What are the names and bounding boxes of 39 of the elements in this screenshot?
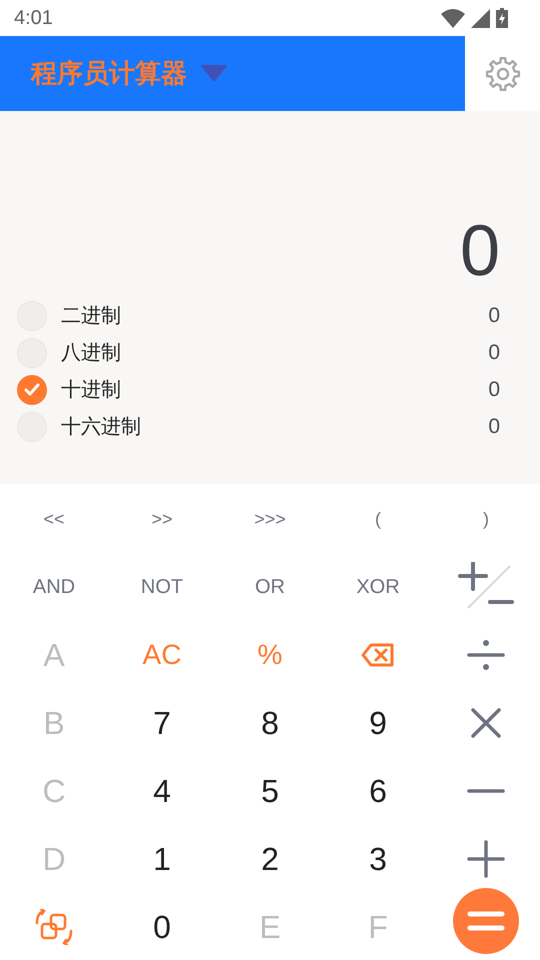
key-button[interactable]: 1 [145, 836, 179, 882]
radix-label: 二进制 [61, 302, 122, 329]
key-button[interactable]: NOT [132, 572, 192, 602]
key-button[interactable]: ) [475, 504, 497, 534]
key-button[interactable]: 7 [145, 700, 179, 746]
key-button[interactable]: 9 [361, 700, 395, 746]
radix-value: 0 [488, 414, 500, 438]
key-button[interactable]: 2 [253, 836, 287, 882]
key-button[interactable]: ( [367, 504, 389, 534]
radix-value: 0 [488, 304, 500, 328]
radix-label: 十六进制 [61, 413, 142, 440]
key-button[interactable]: 0 [145, 904, 179, 950]
key-button[interactable]: XOR [348, 572, 408, 602]
key-button[interactable]: >>> [246, 504, 294, 534]
key-button[interactable]: AC [134, 635, 190, 675]
key-button[interactable]: >> [143, 504, 181, 534]
radix-value: 0 [488, 340, 500, 364]
key-button[interactable]: 6 [361, 768, 395, 814]
key-button[interactable]: AND [24, 572, 84, 602]
signal-icon [471, 8, 490, 28]
settings-icon[interactable] [484, 56, 520, 92]
key-button[interactable]: << [35, 504, 73, 534]
battery-icon [496, 8, 508, 28]
equals-icon [467, 910, 505, 932]
dropdown-caret-icon[interactable] [201, 65, 227, 82]
radix-value: 0 [488, 378, 500, 402]
key-button[interactable]: % [250, 635, 290, 675]
key-button[interactable]: 8 [253, 700, 287, 746]
status-time: 4:01 [14, 6, 53, 30]
wifi-icon [441, 8, 465, 28]
radix-label: 十进制 [61, 376, 122, 403]
radio-button[interactable] [17, 374, 47, 404]
result-value: 0 [460, 211, 500, 291]
check-icon [24, 383, 40, 396]
key-button[interactable]: 5 [253, 768, 287, 814]
radix-label: 八进制 [61, 339, 122, 366]
key-button[interactable]: 3 [361, 836, 395, 882]
key-button[interactable]: OR [247, 572, 293, 602]
key-button[interactable]: 4 [145, 768, 179, 814]
